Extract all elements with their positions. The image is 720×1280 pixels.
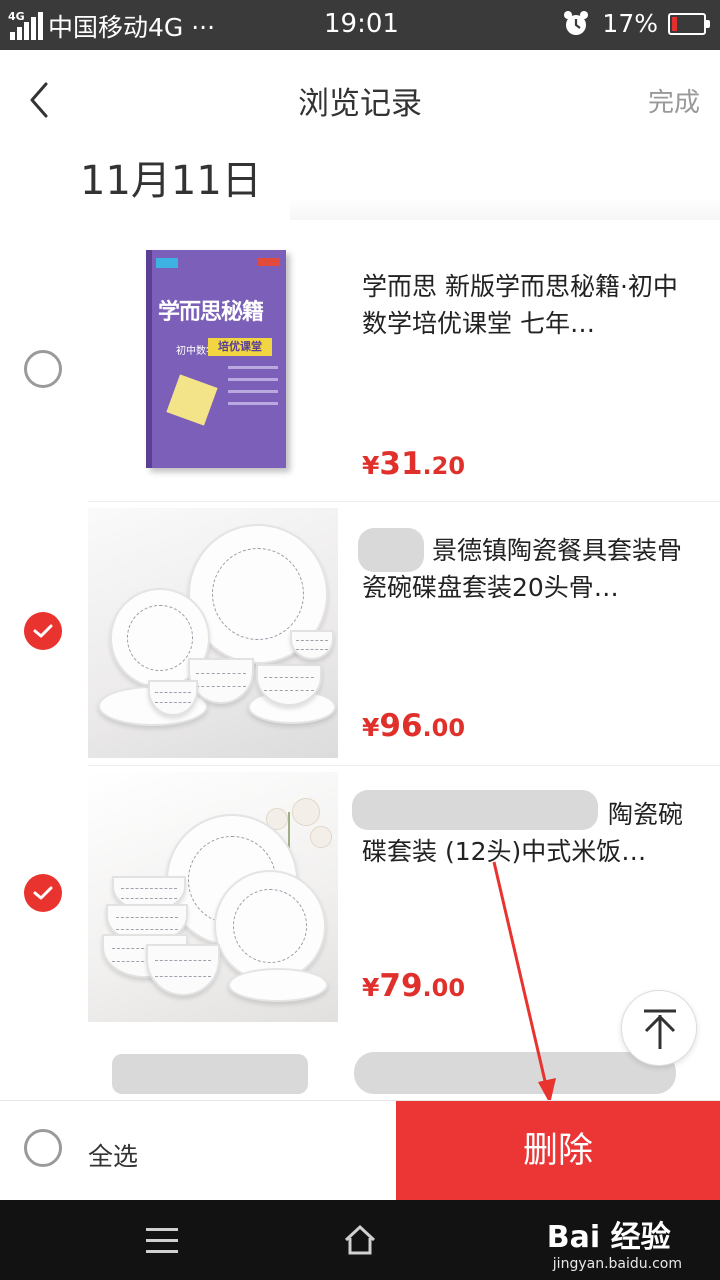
status-bar: 4G 中国移动4G ··· 19:01 17% [0, 0, 720, 50]
done-button[interactable]: 完成 [648, 82, 700, 119]
select-all-checkbox[interactable] [24, 1129, 62, 1167]
product-thumbnail[interactable] [88, 508, 338, 758]
check-icon [33, 624, 53, 638]
product-title[interactable]: 学而思 新版学而思秘籍·初中数学培优课堂 七年… [362, 268, 698, 342]
back-to-top-icon [644, 1009, 676, 1049]
signal-icon: 4G [8, 10, 44, 42]
watermark-brand: Bai 经验 [546, 1220, 671, 1255]
header: 浏览记录 完成 [0, 50, 720, 150]
carrier-label: 中国移动4G ··· [48, 13, 216, 42]
date-separator [290, 198, 720, 220]
status-left: 4G 中国移动4G ··· [8, 8, 215, 44]
product-price: ¥31.20 [362, 446, 466, 482]
check-icon [33, 886, 53, 900]
item-checkbox[interactable] [24, 350, 62, 388]
select-all-label[interactable]: 全选 [88, 1137, 138, 1173]
item-checkbox[interactable] [24, 874, 62, 912]
alarm-icon [564, 10, 589, 35]
status-right: 17% [562, 9, 710, 38]
system-nav-bar: Bai 经验 jingyan.baidu.com [0, 1200, 720, 1280]
product-thumbnail-partial [88, 1050, 338, 1100]
delete-button[interactable]: 删除 [396, 1101, 720, 1201]
watermark-url: jingyan.baidu.com [552, 1256, 682, 1272]
product-title[interactable]: 陶瓷碗碟套装 (12头)中式米饭… [362, 796, 698, 870]
status-time: 19:01 [324, 9, 399, 39]
bottom-action-bar: 全选 删除 [0, 1100, 720, 1201]
item-checkbox[interactable] [24, 612, 62, 650]
baidu-watermark: Bai 经验 jingyan.baidu.com [547, 1212, 682, 1272]
back-to-top-button[interactable] [621, 990, 697, 1066]
product-thumbnail[interactable] [88, 772, 338, 1022]
cover-badge: 培优课堂 [208, 338, 272, 356]
battery-icon [668, 12, 710, 35]
page-title: 浏览记录 [298, 86, 422, 122]
product-price: ¥96.00 [362, 708, 466, 744]
product-title[interactable]: 景德镇陶瓷餐具套装骨瓷碗碟盘套装20头骨… [362, 532, 698, 606]
menu-icon[interactable] [146, 1228, 178, 1261]
list-item[interactable]: 陶瓷碗碟套装 (12头)中式米饭… ¥79.00 [0, 768, 720, 1030]
network-tag: 4G [8, 10, 25, 23]
battery-percent: 17% [602, 9, 658, 38]
home-icon[interactable] [342, 1222, 378, 1258]
cover-title: 学而思秘籍 [158, 300, 264, 325]
list-item[interactable]: 景德镇陶瓷餐具套装骨瓷碗碟盘套装20头骨… ¥96.00 [0, 504, 720, 766]
list-item[interactable]: 学而思秘籍 初中数学 培优课堂 学而思 新版学而思秘籍·初中数学培优课堂 七年…… [0, 240, 720, 502]
product-thumbnail[interactable]: 学而思秘籍 初中数学 培优课堂 [88, 240, 338, 490]
product-price: ¥79.00 [362, 968, 466, 1004]
date-heading: 11月11日 [80, 158, 262, 204]
book-cover: 学而思秘籍 初中数学 培优课堂 [146, 250, 286, 468]
